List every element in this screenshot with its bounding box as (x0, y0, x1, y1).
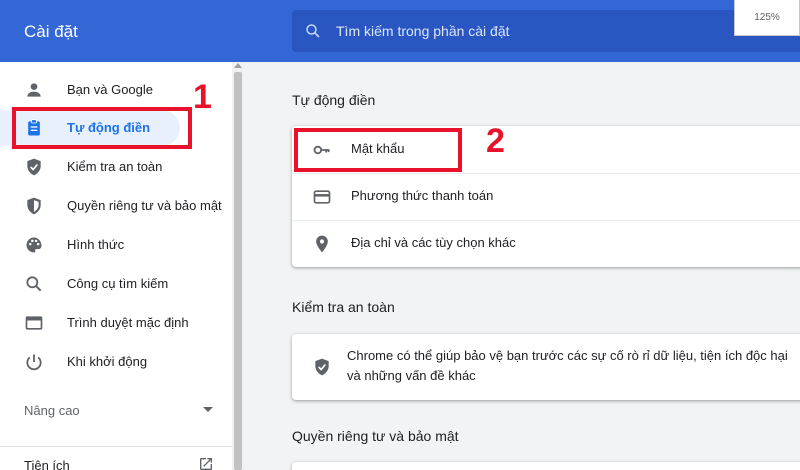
browser-window-icon (25, 316, 43, 330)
row-divider (292, 173, 800, 174)
sidebar-item-privacy[interactable]: Quyền riêng tư và bảo mật (0, 188, 232, 224)
page-title: Cài đặt (24, 22, 78, 41)
scroll-thumb[interactable] (234, 72, 242, 470)
callout-number-1: 1 (193, 78, 212, 116)
sidebar-item-on-startup[interactable]: Khi khởi động (0, 344, 232, 380)
settings-header: Cài đặt 125% (0, 0, 800, 62)
palette-icon (26, 237, 42, 253)
safety-check-description: Chrome có thể giúp bảo vệ bạn trước các … (347, 348, 788, 383)
addresses-row[interactable]: Địa chỉ và các tùy chọn khác (292, 220, 800, 268)
shield-half-icon (27, 197, 41, 215)
sidebar-item-label: Trình duyệt mặc định (67, 315, 189, 330)
extensions-link[interactable]: Tiện ích (24, 458, 70, 470)
privacy-card (292, 462, 800, 470)
sidebar-item-safety-check[interactable]: Kiểm tra an toàn (0, 149, 232, 185)
sidebar-item-label: Khi khởi động (67, 354, 148, 369)
credit-card-icon (313, 190, 331, 204)
sidebar-item-label: Công cụ tìm kiếm (67, 276, 169, 291)
callout-number-2: 2 (486, 122, 505, 160)
payment-methods-row[interactable]: Phương thức thanh toán (292, 173, 800, 221)
search-icon (306, 24, 320, 38)
sidebar-item-label: Hình thức (67, 237, 125, 252)
sidebar-scrollbar[interactable] (232, 62, 244, 470)
sidebar-item-search-engine[interactable]: Công cụ tìm kiếm (0, 266, 232, 302)
callout-box-autofill (12, 107, 192, 149)
section-title-privacy: Quyền riêng tư và bảo mật (292, 428, 459, 444)
payment-methods-label: Phương thức thanh toán (351, 188, 494, 203)
person-icon (27, 83, 41, 97)
power-icon (26, 354, 42, 371)
search-icon (26, 276, 42, 292)
section-title-safety-check: Kiểm tra an toàn (292, 299, 395, 315)
section-title-autofill: Tự động điền (292, 92, 376, 108)
safety-check-card: Chrome có thể giúp bảo vệ bạn trước các … (292, 334, 800, 400)
divider (0, 446, 232, 447)
advanced-toggle[interactable]: Nâng cao (24, 403, 80, 418)
sidebar-item-label: Quyền riêng tư và bảo mật (67, 198, 222, 213)
addresses-label: Địa chỉ và các tùy chọn khác (351, 235, 516, 250)
sidebar-item-label: Kiểm tra an toàn (67, 159, 163, 174)
callout-box-passwords (294, 128, 462, 172)
shield-check-icon (315, 358, 329, 376)
sidebar-item-default-browser[interactable]: Trình duyệt mặc định (0, 305, 232, 341)
row-divider (292, 220, 800, 221)
open-in-new-icon[interactable] (198, 456, 214, 470)
search-box[interactable] (292, 10, 800, 52)
chevron-down-icon (203, 407, 213, 412)
search-input[interactable] (336, 10, 776, 52)
sidebar-item-label: Bạn và Google (67, 82, 154, 97)
main-content: Tự động điền Mật khẩu Phương thức thanh … (244, 62, 800, 470)
scroll-up-arrow-icon[interactable] (234, 63, 242, 68)
shield-check-icon (27, 158, 41, 176)
sidebar-item-appearance[interactable]: Hình thức (0, 227, 232, 263)
location-pin-icon (316, 235, 328, 253)
zoom-indicator: 125% (734, 0, 800, 36)
